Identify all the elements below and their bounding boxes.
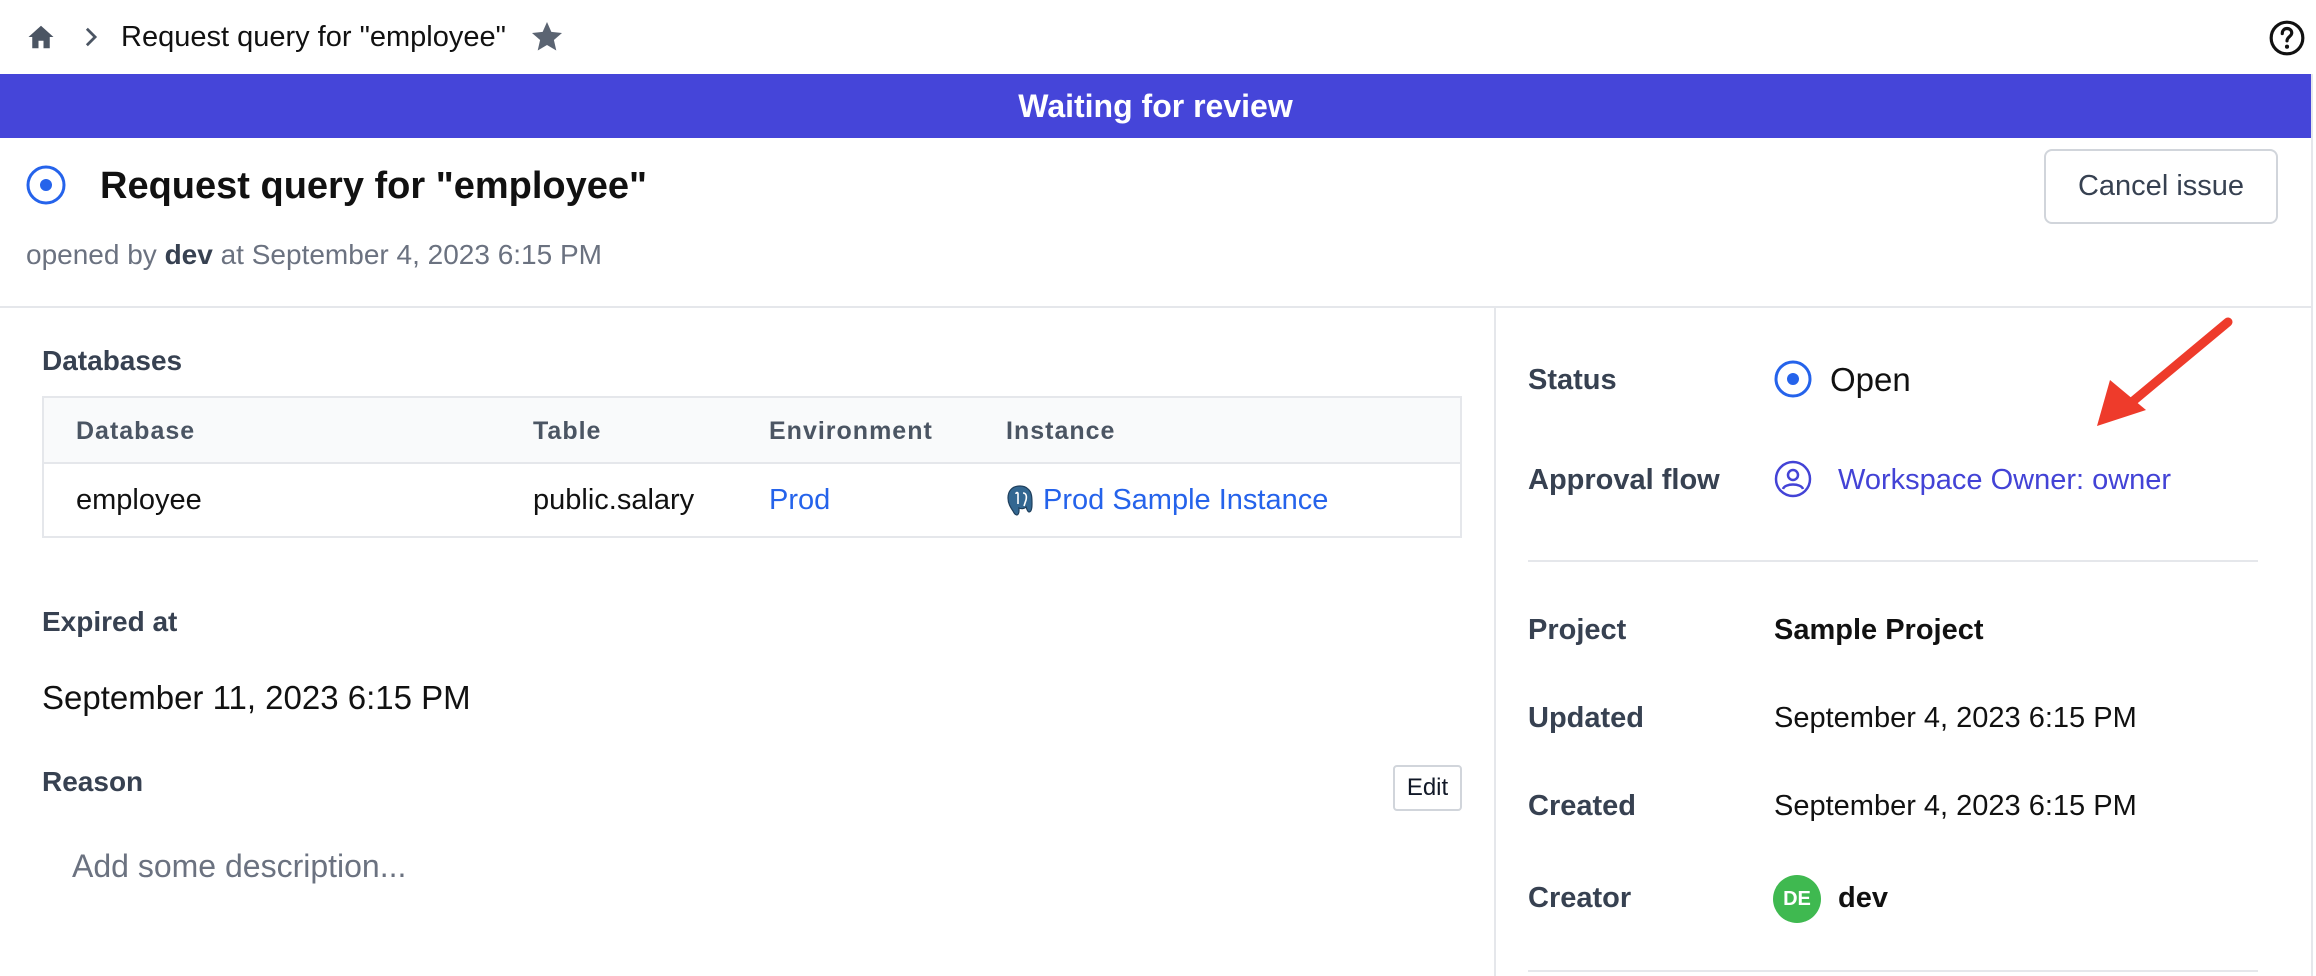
sidebar-divider-2 bbox=[1528, 970, 2258, 972]
column-header-environment: Environment bbox=[769, 417, 933, 445]
status-banner: Waiting for review bbox=[0, 74, 2311, 138]
column-header-table: Table bbox=[533, 417, 602, 445]
creator-label: Creator bbox=[1528, 882, 1632, 914]
status-label: Status bbox=[1528, 364, 1617, 396]
reason-description-input[interactable] bbox=[56, 836, 1456, 896]
project-value[interactable]: Sample Project bbox=[1774, 612, 1984, 648]
approval-flow-link[interactable]: Workspace Owner: owner bbox=[1838, 462, 2171, 498]
chevron-right-icon bbox=[85, 27, 98, 47]
star-icon[interactable] bbox=[529, 19, 565, 55]
annotation-arrow-icon bbox=[2097, 317, 2233, 426]
cell-table: public.salary bbox=[533, 484, 695, 516]
creator-name[interactable]: dev bbox=[1838, 880, 1888, 916]
cell-instance-link[interactable]: Prod Sample Instance bbox=[1043, 482, 1328, 518]
column-header-instance: Instance bbox=[1006, 417, 1116, 445]
opened-by-line: opened by dev at September 4, 2023 6:15 … bbox=[26, 237, 602, 273]
creator-avatar: DE bbox=[1773, 875, 1821, 923]
updated-value: September 4, 2023 6:15 PM bbox=[1774, 702, 2137, 734]
opened-prefix: opened by bbox=[26, 239, 157, 270]
status-value: Open bbox=[1830, 361, 1911, 398]
cell-environment-link[interactable]: Prod bbox=[769, 482, 830, 518]
edit-reason-button[interactable]: Edit bbox=[1393, 765, 1462, 811]
header-divider bbox=[0, 306, 2311, 308]
status-open-icon bbox=[1774, 360, 1812, 398]
databases-table: Database Table Environment Instance empl… bbox=[42, 396, 1462, 538]
reason-label: Reason bbox=[42, 766, 144, 797]
sidebar-divider bbox=[1494, 307, 1496, 976]
breadcrumb-title: Request query for "employee" bbox=[121, 21, 506, 53]
databases-label: Databases bbox=[42, 345, 183, 376]
cancel-issue-button[interactable]: Cancel issue bbox=[2044, 149, 2278, 224]
table-header: Database Table Environment Instance bbox=[44, 398, 1460, 464]
expired-label: Expired at bbox=[42, 606, 178, 637]
home-icon[interactable] bbox=[26, 22, 56, 52]
top-bar: Request query for "employee" bbox=[0, 0, 2316, 74]
opened-by-user[interactable]: dev bbox=[165, 239, 213, 270]
created-value: September 4, 2023 6:15 PM bbox=[1774, 790, 2137, 822]
open-status-icon bbox=[26, 165, 66, 205]
sidebar-divider-1 bbox=[1528, 560, 2258, 562]
opened-at-prefix: at bbox=[220, 239, 244, 270]
updated-label: Updated bbox=[1528, 702, 1644, 734]
opened-at-date: September 4, 2023 6:15 PM bbox=[251, 239, 602, 270]
project-label: Project bbox=[1528, 614, 1627, 646]
created-label: Created bbox=[1528, 790, 1636, 822]
cell-database: employee bbox=[76, 484, 202, 516]
column-header-database: Database bbox=[76, 417, 196, 445]
expired-value: September 11, 2023 6:15 PM bbox=[42, 679, 471, 716]
page: Request query for "employee" Waiting for… bbox=[0, 0, 2316, 976]
help-icon[interactable] bbox=[2268, 19, 2306, 57]
approval-flow-label: Approval flow bbox=[1528, 464, 1720, 496]
right-edge-divider bbox=[2311, 74, 2313, 976]
user-circle-icon bbox=[1774, 460, 1812, 498]
issue-title: Request query for "employee" bbox=[100, 165, 648, 207]
postgresql-icon bbox=[1007, 485, 1033, 516]
